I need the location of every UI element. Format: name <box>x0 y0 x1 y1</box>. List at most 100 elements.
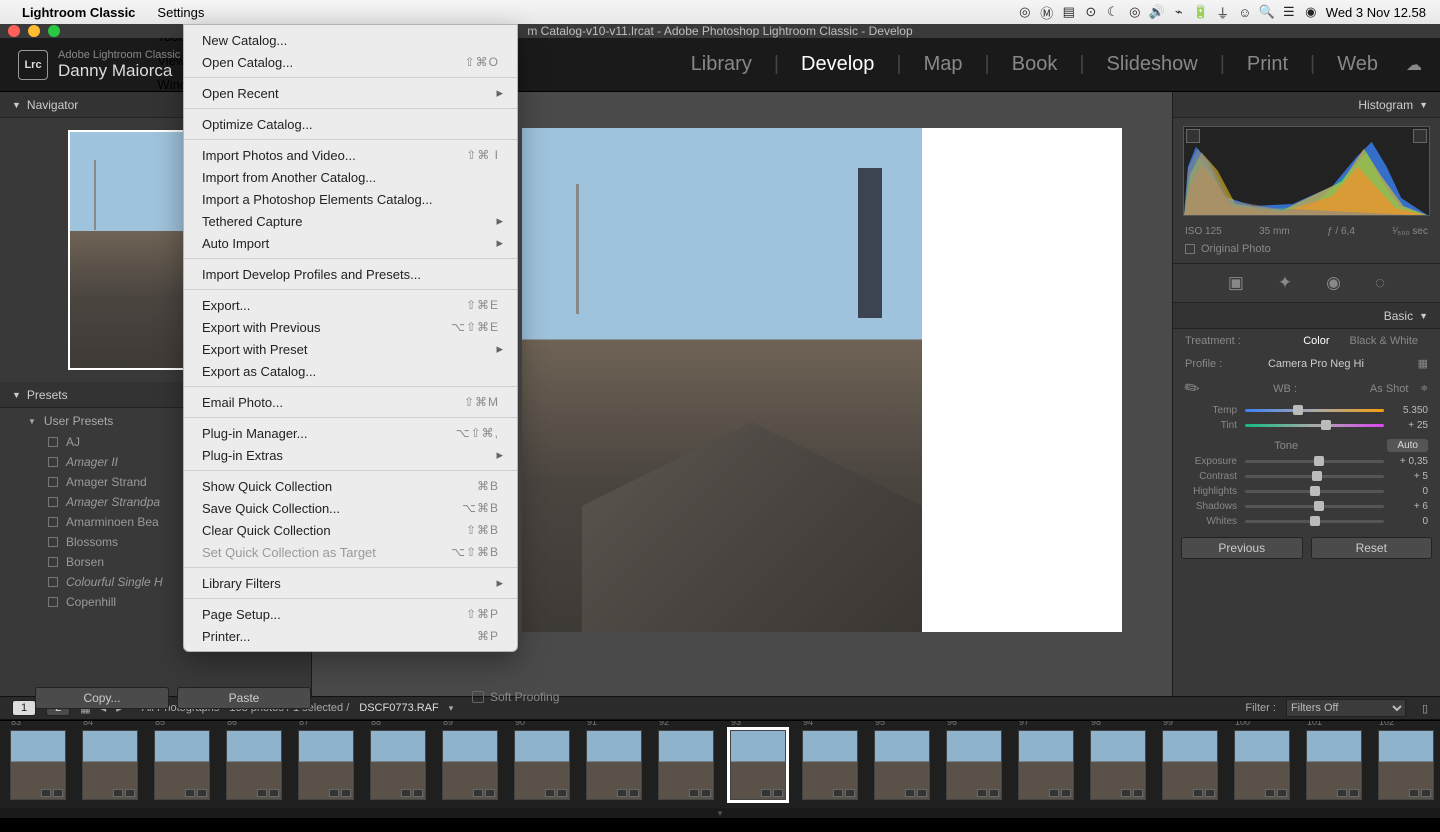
module-book[interactable]: Book <box>1012 53 1058 76</box>
filmstrip-thumb[interactable]: 100 <box>1234 730 1290 800</box>
temp-slider[interactable]: Temp5.350 <box>1173 403 1440 418</box>
cloud-sync-icon[interactable]: ☁ <box>1406 55 1422 75</box>
filmstrip-thumb[interactable]: 94 <box>802 730 858 800</box>
soft-proofing-toggle[interactable]: Soft Proofing <box>472 690 559 704</box>
filmstrip-thumb[interactable]: 92 <box>658 730 714 800</box>
module-map[interactable]: Map <box>924 53 963 76</box>
menu-item-import-develop-profiles-and-presets[interactable]: Import Develop Profiles and Presets... <box>184 263 517 285</box>
previous-button[interactable]: Previous <box>1181 537 1303 559</box>
menu-item-optimize-catalog[interactable]: Optimize Catalog... <box>184 113 517 135</box>
module-slideshow[interactable]: Slideshow <box>1107 53 1198 76</box>
filmstrip-thumb[interactable]: 84 <box>82 730 138 800</box>
contrast-slider[interactable]: Contrast+ 5 <box>1173 469 1440 484</box>
filmstrip-thumb[interactable]: 90 <box>514 730 570 800</box>
module-print[interactable]: Print <box>1247 53 1288 76</box>
filmstrip-thumb[interactable]: 102 <box>1378 730 1434 800</box>
original-photo-toggle[interactable]: Original Photo <box>1173 241 1440 263</box>
menu-item-page-setup[interactable]: Page Setup...⇧⌘P <box>184 603 517 625</box>
menu-item-export[interactable]: Export...⇧⌘E <box>184 294 517 316</box>
filmstrip-thumb[interactable]: 95 <box>874 730 930 800</box>
menubar-clock[interactable]: Wed 3 Nov 12.58 <box>1326 5 1426 20</box>
crop-tool-icon[interactable]: ▣ <box>1228 273 1244 293</box>
highlights-slider[interactable]: Highlights0 <box>1173 484 1440 499</box>
menu-item-tethered-capture[interactable]: Tethered Capture▸ <box>184 210 517 232</box>
menu-item-export-as-catalog[interactable]: Export as Catalog... <box>184 360 517 382</box>
dropdown-icon[interactable]: ≑ <box>1420 383 1428 394</box>
menu-item-new-catalog[interactable]: New Catalog... <box>184 29 517 51</box>
filmstrip-thumb[interactable]: 96 <box>946 730 1002 800</box>
whites-slider[interactable]: Whites0 <box>1173 514 1440 529</box>
basic-header[interactable]: Basic▼ <box>1173 303 1440 329</box>
filter-lock-icon[interactable]: ▯ <box>1422 702 1428 715</box>
exposure-slider[interactable]: Exposure+ 0,35 <box>1173 454 1440 469</box>
module-develop[interactable]: Develop <box>801 53 874 76</box>
statusbar-icon[interactable]: ⊙ <box>1080 4 1102 20</box>
copy-button[interactable]: Copy... <box>35 687 169 709</box>
menu-item-email-photo[interactable]: Email Photo...⇧⌘M <box>184 391 517 413</box>
menu-item-library-filters[interactable]: Library Filters▸ <box>184 572 517 594</box>
wb-value[interactable]: As Shot <box>1370 383 1409 395</box>
menu-item-plug-in-manager[interactable]: Plug-in Manager...⌥⇧⌘, <box>184 422 517 444</box>
histogram-graph[interactable] <box>1183 126 1430 216</box>
filmstrip-thumb[interactable]: 83 <box>10 730 66 800</box>
module-web[interactable]: Web <box>1337 53 1378 76</box>
filmstrip-thumb[interactable]: 101 <box>1306 730 1362 800</box>
user-icon[interactable]: ☺ <box>1234 5 1256 20</box>
wifi-icon[interactable]: ⏚ <box>1212 3 1234 22</box>
paste-button[interactable]: Paste <box>177 687 311 709</box>
filmstrip-thumb[interactable]: 88 <box>370 730 426 800</box>
menu-item-import-from-another-catalog[interactable]: Import from Another Catalog... <box>184 166 517 188</box>
siri-icon[interactable]: ◉ <box>1300 4 1322 20</box>
treatment-color[interactable]: Color <box>1293 333 1339 349</box>
redeye-tool-icon[interactable]: ◉ <box>1326 273 1341 293</box>
filmstrip[interactable]: 8384858687888990919293949596979899100101… <box>0 720 1440 808</box>
statusbar-icon[interactable]: ▤ <box>1058 4 1080 20</box>
battery-icon[interactable]: 🔋 <box>1190 4 1212 20</box>
auto-button[interactable]: Auto <box>1387 439 1428 452</box>
close-window-button[interactable] <box>8 25 20 37</box>
menu-item-import-photos-and-video[interactable]: Import Photos and Video...⇧⌘ I <box>184 144 517 166</box>
statusbar-icon[interactable]: ◎ <box>1124 4 1146 20</box>
menu-item-plug-in-extras[interactable]: Plug-in Extras▸ <box>184 444 517 466</box>
mask-tool-icon[interactable]: ◌ <box>1375 273 1385 293</box>
menu-item-printer[interactable]: Printer...⌘P <box>184 625 517 647</box>
filmstrip-thumb[interactable]: 91 <box>586 730 642 800</box>
chevron-down-icon[interactable]: ▾ <box>449 703 454 714</box>
menu-item-save-quick-collection[interactable]: Save Quick Collection...⌥⌘B <box>184 497 517 519</box>
filmstrip-thumb[interactable]: 85 <box>154 730 210 800</box>
filmstrip-thumb[interactable]: 87 <box>298 730 354 800</box>
spotlight-icon[interactable]: 🔍 <box>1256 4 1278 20</box>
heal-tool-icon[interactable]: ✦ <box>1278 273 1292 293</box>
filmstrip-thumb[interactable]: 97 <box>1018 730 1074 800</box>
statusbar-icon[interactable]: ◎ <box>1014 4 1036 20</box>
eyedropper-icon[interactable]: ✎ <box>1180 376 1204 402</box>
filmstrip-thumb[interactable]: 99 <box>1162 730 1218 800</box>
filmstrip-thumb[interactable]: 98 <box>1090 730 1146 800</box>
menu-item-export-with-previous[interactable]: Export with Previous⌥⇧⌘E <box>184 316 517 338</box>
filter-select[interactable]: Filters Off <box>1286 699 1406 717</box>
photo-canvas[interactable] <box>522 128 1122 632</box>
module-library[interactable]: Library <box>691 53 752 76</box>
statusbar-icon[interactable]: Ⓜ <box>1036 3 1058 22</box>
control-center-icon[interactable]: ☰ <box>1278 4 1300 20</box>
menu-item-export-with-preset[interactable]: Export with Preset▸ <box>184 338 517 360</box>
menu-item-open-recent[interactable]: Open Recent▸ <box>184 82 517 104</box>
bottom-grip[interactable]: ▾ <box>0 808 1440 818</box>
grid-icon[interactable]: ▦ <box>1418 357 1428 370</box>
volume-icon[interactable]: 🔊 <box>1146 4 1168 20</box>
treatment-bw[interactable]: Black & White <box>1340 333 1428 349</box>
current-file[interactable]: DSCF0773.RAF <box>359 702 438 714</box>
bluetooth-icon[interactable]: ⌁ <box>1168 4 1190 20</box>
zoom-window-button[interactable] <box>48 25 60 37</box>
reset-button[interactable]: Reset <box>1311 537 1433 559</box>
dnd-icon[interactable]: ☾ <box>1102 4 1124 20</box>
menu-settings[interactable]: Settings <box>147 0 215 24</box>
shadows-slider[interactable]: Shadows+ 6 <box>1173 499 1440 514</box>
tint-slider[interactable]: Tint+ 25 <box>1173 418 1440 433</box>
minimize-window-button[interactable] <box>28 25 40 37</box>
filmstrip-thumb[interactable]: 86 <box>226 730 282 800</box>
primary-display-chip[interactable]: 1 <box>12 700 36 716</box>
menu-item-clear-quick-collection[interactable]: Clear Quick Collection⇧⌘B <box>184 519 517 541</box>
profile-row[interactable]: Profile : Camera Pro Neg Hi ▦ <box>1173 353 1440 374</box>
menu-item-import-a-photoshop-elements-catalog[interactable]: Import a Photoshop Elements Catalog... <box>184 188 517 210</box>
